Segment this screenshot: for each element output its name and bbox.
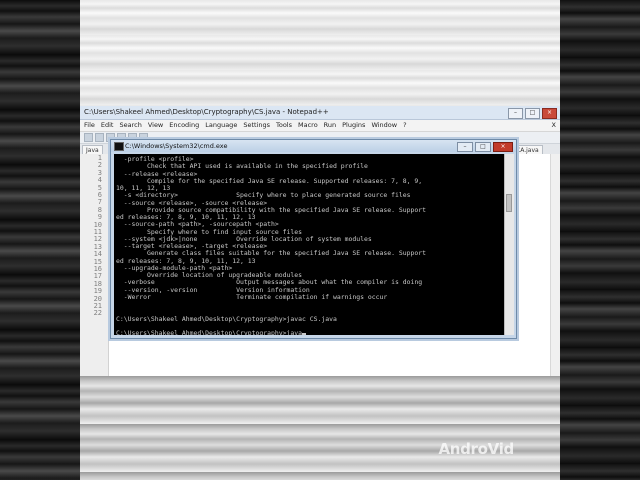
menu-tools[interactable]: Tools — [276, 120, 292, 131]
top-blur-area — [80, 0, 560, 106]
menu-help[interactable]: ? — [403, 120, 406, 131]
notepad-title-bar[interactable]: C:\Users\Shakeel Ahmed\Desktop\Cryptogra… — [80, 106, 560, 120]
cmd-maximize-button[interactable]: □ — [475, 142, 491, 152]
menu-macro[interactable]: Macro — [298, 120, 318, 131]
console-output[interactable]: -profile <profile> Check that API used i… — [114, 154, 504, 335]
cmd-title-bar[interactable]: C:\Windows\System32\cmd.exe – □ × — [111, 140, 516, 152]
line-number-gutter: 1 2 3 4 5 6 7 8 9 10 11 12 13 14 15 16 1… — [80, 154, 109, 376]
menu-settings[interactable]: Settings — [243, 120, 270, 131]
line-number: 22 — [93, 309, 102, 318]
notepad-maximize-button[interactable]: □ — [525, 108, 540, 119]
right-blur-panel — [560, 0, 640, 480]
menu-file[interactable]: File — [84, 120, 95, 131]
cmd-close-button[interactable]: × — [493, 142, 513, 152]
menu-run[interactable]: Run — [324, 120, 336, 131]
new-file-icon[interactable] — [84, 133, 93, 142]
cmd-minimize-button[interactable]: – — [457, 142, 473, 152]
cmd-console-icon — [114, 142, 124, 151]
notepad-menu-bar: File Edit Search View Encoding Language … — [80, 120, 560, 132]
androvid-watermark: AndroVid — [438, 440, 514, 458]
menu-plugins[interactable]: Plugins — [342, 120, 365, 131]
console-text: -profile <profile> Check that API used i… — [114, 154, 504, 335]
bottom-blur-area — [80, 376, 560, 480]
console-line: C:\Users\Shakeel Ahmed\Desktop\Cryptogra… — [116, 314, 337, 323]
menu-encoding[interactable]: Encoding — [169, 120, 199, 131]
cmd-scrollbar[interactable] — [504, 154, 514, 335]
left-blur-panel — [0, 0, 80, 480]
cmd-scroll-thumb[interactable] — [506, 194, 512, 212]
editor-scrollbar[interactable] — [550, 154, 560, 376]
menu-window[interactable]: Window — [371, 120, 397, 131]
video-frame: C:\Users\Shakeel Ahmed\Desktop\Cryptogra… — [80, 0, 560, 480]
menu-view[interactable]: View — [148, 120, 163, 131]
menu-language[interactable]: Language — [205, 120, 237, 131]
notepad-close-button[interactable]: × — [542, 108, 557, 119]
menu-close-document-button[interactable]: X — [552, 120, 556, 131]
cmd-window: C:\Windows\System32\cmd.exe – □ × -profi… — [110, 139, 517, 339]
text-cursor — [302, 333, 307, 335]
menu-edit[interactable]: Edit — [101, 120, 114, 131]
menu-search[interactable]: Search — [119, 120, 141, 131]
open-file-icon[interactable] — [95, 133, 104, 142]
cmd-title: C:\Windows\System32\cmd.exe — [125, 142, 228, 150]
notepad-minimize-button[interactable]: – — [508, 108, 523, 119]
console-line: -Werror Terminate compilation if warning… — [116, 292, 388, 301]
console-line: C:\Users\Shakeel Ahmed\Desktop\Cryptogra… — [116, 329, 303, 335]
notepad-title: C:\Users\Shakeel Ahmed\Desktop\Cryptogra… — [84, 108, 329, 116]
